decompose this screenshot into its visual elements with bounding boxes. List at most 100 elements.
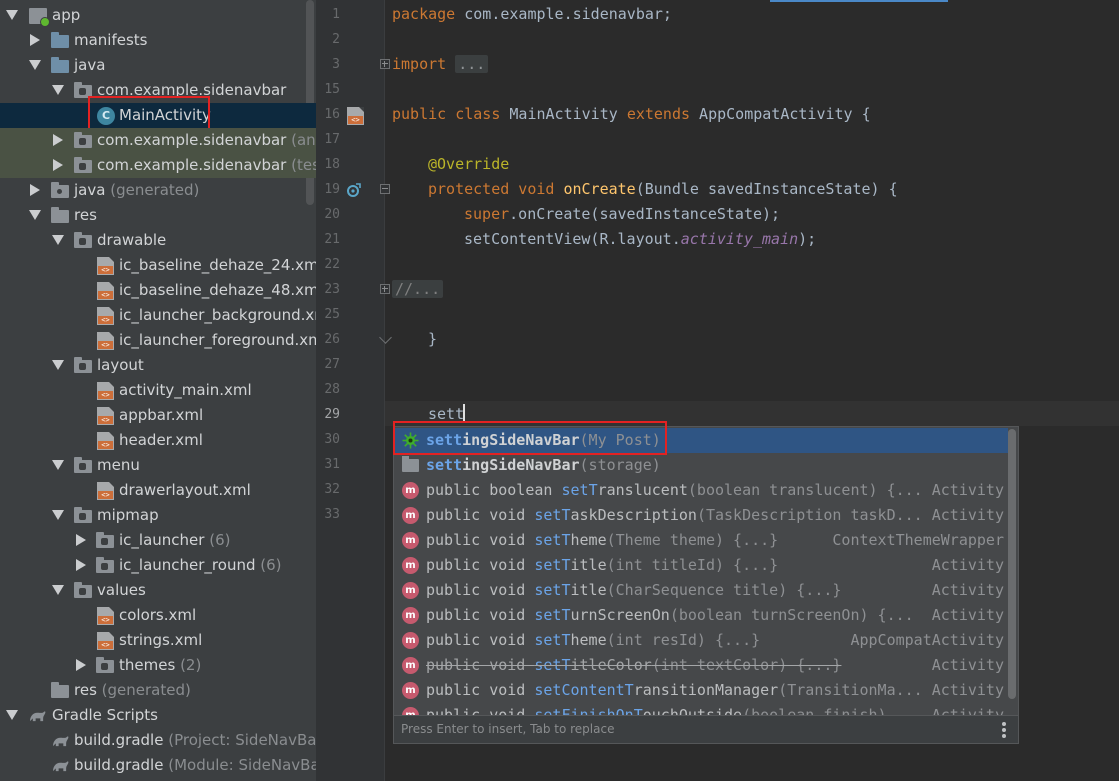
tree-item-xml-file[interactable]: <> strings.xml xyxy=(0,628,316,653)
expand-arrow-icon[interactable] xyxy=(52,235,64,245)
code-completion-popup[interactable]: settingSideNavBar(My Post) settingSideNa… xyxy=(393,426,1019,744)
completion-item-deprecated[interactable]: m public void setTitleColor(int textColor… xyxy=(394,653,1008,678)
expand-arrow-icon[interactable] xyxy=(52,510,64,520)
code-line[interactable]: //... xyxy=(392,280,444,298)
tree-item-java[interactable]: java xyxy=(0,53,316,78)
completion-item[interactable]: m public void setTitle(CharSequence title… xyxy=(394,578,1008,603)
method-name-token: onCreate xyxy=(554,180,636,198)
tree-item-xml-file[interactable]: <> ic_launcher_foreground.xml ( xyxy=(0,328,316,353)
tree-item-app[interactable]: app xyxy=(0,3,316,28)
override-gutter-icon[interactable] xyxy=(346,182,362,198)
expand-arrow-icon[interactable] xyxy=(52,360,64,370)
code-line[interactable]: package com.example.sidenavbar; xyxy=(392,5,672,23)
line-number: 29 xyxy=(324,407,340,422)
completion-item[interactable]: m public void setTheme(Theme theme) {...}… xyxy=(394,528,1008,553)
completion-detail: (boolean translucent) {... xyxy=(687,481,923,499)
tree-item-xml-file[interactable]: <> ic_baseline_dehaze_24.xml xyxy=(0,253,316,278)
folder-icon xyxy=(51,57,69,74)
tree-item-label: ic_launcher_foreground.xml xyxy=(119,331,316,349)
expand-arrow-icon[interactable] xyxy=(52,585,64,595)
tree-item-themes[interactable]: themes (2) xyxy=(0,653,316,678)
tree-item-label: values xyxy=(97,581,146,599)
completion-name: urnScreenOn xyxy=(570,606,670,624)
tree-item-xml-file[interactable]: <> header.xml xyxy=(0,428,316,453)
code-line[interactable]: public class MainActivity extends AppCom… xyxy=(392,105,871,123)
tree-item-xml-file[interactable]: <> activity_main.xml xyxy=(0,378,316,403)
tree-item-label: java xyxy=(74,56,106,74)
code-line[interactable]: @Override xyxy=(428,155,509,173)
folded-code-placeholder[interactable]: ... xyxy=(455,55,489,73)
tree-item-ic-launcher-round[interactable]: ic_launcher_round (6) xyxy=(0,553,316,578)
expand-arrow-icon[interactable] xyxy=(6,710,18,720)
collapse-arrow-icon[interactable] xyxy=(76,659,86,671)
completion-signature-prefix: public void xyxy=(426,606,535,624)
collapse-arrow-icon[interactable] xyxy=(30,184,40,196)
tree-item-java-generated[interactable]: java (generated) xyxy=(0,178,316,203)
tree-item-values[interactable]: values xyxy=(0,578,316,603)
more-options-icon[interactable] xyxy=(1002,722,1006,738)
expand-arrow-icon[interactable] xyxy=(29,210,41,220)
completion-detail: (storage) xyxy=(579,456,661,474)
method-icon: m xyxy=(402,632,419,649)
tree-item-xml-file[interactable]: <> colors.xml xyxy=(0,603,316,628)
tree-item-build-gradle-project[interactable]: build.gradle (Project: SideNavBar) xyxy=(0,728,316,753)
collapse-arrow-icon[interactable] xyxy=(53,134,63,146)
code-line[interactable]: } xyxy=(428,330,437,348)
collapse-arrow-icon[interactable] xyxy=(76,559,86,571)
tree-item-xml-file[interactable]: <> ic_launcher_background.xml xyxy=(0,303,316,328)
resource-folder-icon xyxy=(51,207,69,224)
layout-file-gutter-icon[interactable]: <> xyxy=(347,107,365,125)
collapse-arrow-icon[interactable] xyxy=(53,159,63,171)
expand-arrow-icon[interactable] xyxy=(52,85,64,95)
collapse-arrow-icon[interactable] xyxy=(30,34,40,46)
expand-arrow-icon[interactable] xyxy=(6,10,18,20)
tree-item-label: menu xyxy=(97,456,140,474)
tree-item-drawable[interactable]: drawable xyxy=(0,228,316,253)
completion-item[interactable]: m public void setTaskDescription(TaskDesc… xyxy=(394,503,1008,528)
folded-comment-placeholder[interactable]: //... xyxy=(392,280,444,298)
completion-signature-prefix: public void xyxy=(426,581,535,599)
tree-item-gradle-scripts[interactable]: Gradle Scripts xyxy=(0,703,316,728)
tree-item-xml-file[interactable]: <> ic_baseline_dehaze_48.xml xyxy=(0,278,316,303)
tree-item-res-generated[interactable]: res (generated) xyxy=(0,678,316,703)
tree-item-label: layout xyxy=(97,356,144,374)
keyword-token: extends xyxy=(626,105,691,123)
completion-item[interactable]: m public void setTheme(int resId) {...} Ap… xyxy=(394,628,1008,653)
popup-scrollbar[interactable] xyxy=(1008,429,1016,699)
code-line[interactable]: import ... xyxy=(392,55,489,73)
fold-expand-icon[interactable] xyxy=(380,59,390,69)
tree-item-xml-file[interactable]: <> appbar.xml xyxy=(0,403,316,428)
fold-expand-icon[interactable] xyxy=(380,284,390,294)
completion-item[interactable]: m public void setTitle(int titleId) {...}… xyxy=(394,553,1008,578)
completion-item[interactable]: settingSideNavBar(storage) xyxy=(394,453,1008,478)
tree-item-package-androidtest[interactable]: com.example.sidenavbar (andro xyxy=(0,128,316,153)
folder-icon xyxy=(51,32,69,49)
expand-arrow-icon[interactable] xyxy=(29,60,41,70)
package-icon xyxy=(74,132,92,149)
collapse-arrow-icon[interactable] xyxy=(76,534,86,546)
tree-item-mipmap[interactable]: mipmap xyxy=(0,503,316,528)
code-line[interactable]: setContentView(R.layout.activity_main); xyxy=(464,230,816,248)
code-line[interactable]: super.onCreate(savedInstanceState); xyxy=(464,205,780,223)
completion-owner-type: Activity xyxy=(931,481,1004,499)
match-highlight: T xyxy=(561,606,571,624)
gradle-icon xyxy=(51,757,69,774)
tree-item-menu[interactable]: menu xyxy=(0,453,316,478)
tree-item-suffix: (test) xyxy=(291,156,316,174)
expand-arrow-icon[interactable] xyxy=(52,460,64,470)
completion-item[interactable]: m public void setContentTransitionManager… xyxy=(394,678,1008,703)
tree-item-xml-file[interactable]: <> drawerlayout.xml xyxy=(0,478,316,503)
tree-item-layout[interactable]: layout xyxy=(0,353,316,378)
completion-item[interactable]: m public void setTurnScreenOn(boolean tur… xyxy=(394,603,1008,628)
tree-item-manifests[interactable]: manifests xyxy=(0,28,316,53)
tree-item-res[interactable]: res xyxy=(0,203,316,228)
tree-item-label: drawable xyxy=(97,231,167,249)
tree-item-suffix: (2) xyxy=(180,656,202,674)
module-icon xyxy=(29,7,50,27)
tree-item-build-gradle-module[interactable]: build.gradle (Module: SideNavBar.a xyxy=(0,753,316,778)
tree-item-package-test[interactable]: com.example.sidenavbar (test) xyxy=(0,153,316,178)
code-line[interactable]: protected void onCreate(Bundle savedInst… xyxy=(428,180,898,198)
completion-item[interactable]: m public boolean setTranslucent(boolean t… xyxy=(394,478,1008,503)
fold-collapse-icon[interactable] xyxy=(380,184,390,194)
tree-item-ic-launcher[interactable]: ic_launcher (6) xyxy=(0,528,316,553)
